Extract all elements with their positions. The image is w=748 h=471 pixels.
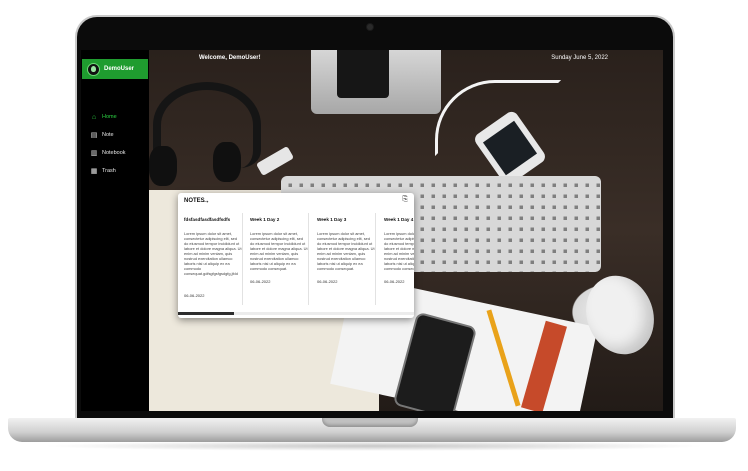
app-screen: DemoUser ⌂ Home ▤ Note ▥ Notebook ▦ Tras…: [81, 50, 663, 411]
sidebar-item-home[interactable]: ⌂ Home: [90, 108, 126, 126]
user-profile[interactable]: DemoUser: [82, 59, 148, 79]
note-date: 06-06-2022: [250, 279, 271, 284]
note-card[interactable]: Week 1 Day 4 Lorem ipsum dolor sit amet,…: [378, 213, 414, 305]
scrollbar-thumb[interactable]: [178, 312, 234, 315]
sidebar-item-note[interactable]: ▤ Note: [90, 126, 126, 144]
main-area: Welcome, DemoUser! Sunday June 5, 2022 N…: [149, 50, 663, 411]
camera-icon: [367, 24, 373, 30]
sidebar-item-label: Note: [102, 132, 114, 138]
arrow-right-icon[interactable]: →: [201, 195, 210, 205]
notes-list: fdsfasdfasdfasdfsdfs Lorem ipsum dolor s…: [178, 213, 414, 308]
background-earcup: [149, 146, 177, 186]
welcome-message: Welcome, DemoUser!: [199, 55, 261, 61]
home-icon: ⌂: [91, 113, 97, 121]
note-date: 06-06-2022: [384, 279, 405, 284]
new-note-icon[interactable]: ⎘: [402, 196, 408, 204]
sidebar-nav: ⌂ Home ▤ Note ▥ Notebook ▦ Trash: [90, 108, 126, 180]
sidebar-item-label: Notebook: [102, 150, 126, 156]
note-body: Lorem ipsum dolor sit amet, consectetur …: [184, 231, 242, 276]
note-icon: ▤: [90, 132, 98, 139]
note-card[interactable]: Week 1 Day 3 Lorem ipsum dolor sit amet,…: [311, 213, 376, 305]
sidebar-item-trash[interactable]: ▦ Trash: [90, 162, 126, 180]
laptop-shadow: [40, 441, 708, 451]
laptop-notch: [322, 418, 418, 427]
note-body: Lorem ipsum dolor sit amet, consectetur …: [250, 231, 308, 271]
notebook-icon: ▥: [90, 150, 98, 157]
note-title: Week 1 Day 4: [384, 217, 414, 222]
note-title: Week 1 Day 2: [250, 217, 280, 222]
note-title: fdsfasdfasdfasdfsdfs: [184, 217, 231, 222]
note-card[interactable]: fdsfasdfasdfasdfsdfs Lorem ipsum dolor s…: [178, 213, 243, 305]
sidebar: DemoUser ⌂ Home ▤ Note ▥ Notebook ▦ Tras…: [81, 50, 149, 411]
trash-icon: ▦: [90, 168, 98, 175]
note-body: Lorem ipsum dolor sit amet, consectetur …: [317, 231, 375, 271]
notes-panel: NOTES → ⎘ fdsfasdfasdfasdfsdfs Lorem ips…: [178, 193, 414, 318]
note-card[interactable]: Week 1 Day 2 Lorem ipsum dolor sit amet,…: [244, 213, 309, 305]
background-usb: [255, 145, 295, 177]
sidebar-item-label: Trash: [102, 168, 116, 174]
note-body: Lorem ipsum dolor sit amet, consectetur …: [384, 231, 414, 271]
note-title: Week 1 Day 3: [317, 217, 347, 222]
background-earcup: [213, 142, 241, 182]
notes-scrollbar[interactable]: [178, 312, 414, 315]
avatar: [87, 62, 100, 76]
note-date: 06-06-2022: [317, 279, 338, 284]
current-date: Sunday June 5, 2022: [551, 55, 608, 61]
sidebar-item-label: Home: [102, 114, 117, 120]
note-date: 06-06-2022: [184, 293, 205, 298]
top-bar: Welcome, DemoUser! Sunday June 5, 2022: [149, 50, 663, 68]
sidebar-item-notebook[interactable]: ▥ Notebook: [90, 144, 126, 162]
user-name: DemoUser: [104, 66, 135, 72]
